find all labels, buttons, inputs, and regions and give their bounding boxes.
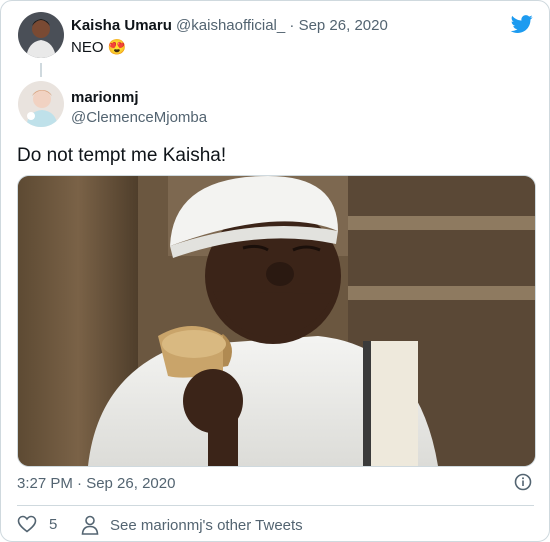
parent-author-name[interactable]: Kaisha Umaru [71, 17, 172, 34]
parent-header: Kaisha Umaru @kaishaofficial_ · Sep 26, … [71, 17, 388, 34]
like-count: 5 [49, 515, 58, 533]
tweet-timestamp[interactable]: 3:27 PM · Sep 26, 2020 [17, 475, 175, 492]
tweet-media-image[interactable] [17, 175, 536, 467]
child-in-white-robe-with-bell-image [18, 176, 535, 466]
child-avatar[interactable] [18, 81, 64, 127]
heart-icon [17, 515, 37, 533]
twitter-bird-icon[interactable] [510, 13, 534, 35]
like-action[interactable]: 5 [17, 515, 57, 533]
see-other-tweets-link[interactable]: See marionmj's other Tweets [81, 515, 303, 535]
person-icon [81, 515, 99, 535]
embedded-tweet-card: Kaisha Umaru @kaishaofficial_ · Sep 26, … [0, 0, 550, 542]
heart-eyes-emoji: 😍 [107, 39, 127, 56]
see-other-tweets-label: See marionmj's other Tweets [110, 516, 303, 534]
separator-dot: · [289, 17, 295, 34]
tweet-text: Do not tempt me Kaisha! [17, 145, 227, 166]
footer-divider [17, 505, 534, 506]
parent-tweet-text: NEO 😍 [71, 38, 126, 56]
thread-connector-line [40, 63, 42, 77]
parent-author-handle[interactable]: @kaishaofficial_ [176, 17, 285, 34]
child-author-handle[interactable]: @ClemenceMjomba [71, 109, 207, 126]
child-author-name[interactable]: marionmj [71, 89, 139, 106]
info-icon[interactable] [514, 473, 532, 491]
parent-avatar[interactable] [18, 12, 64, 58]
parent-tweet-body: NEO [71, 39, 104, 56]
parent-date[interactable]: Sep 26, 2020 [299, 17, 388, 34]
